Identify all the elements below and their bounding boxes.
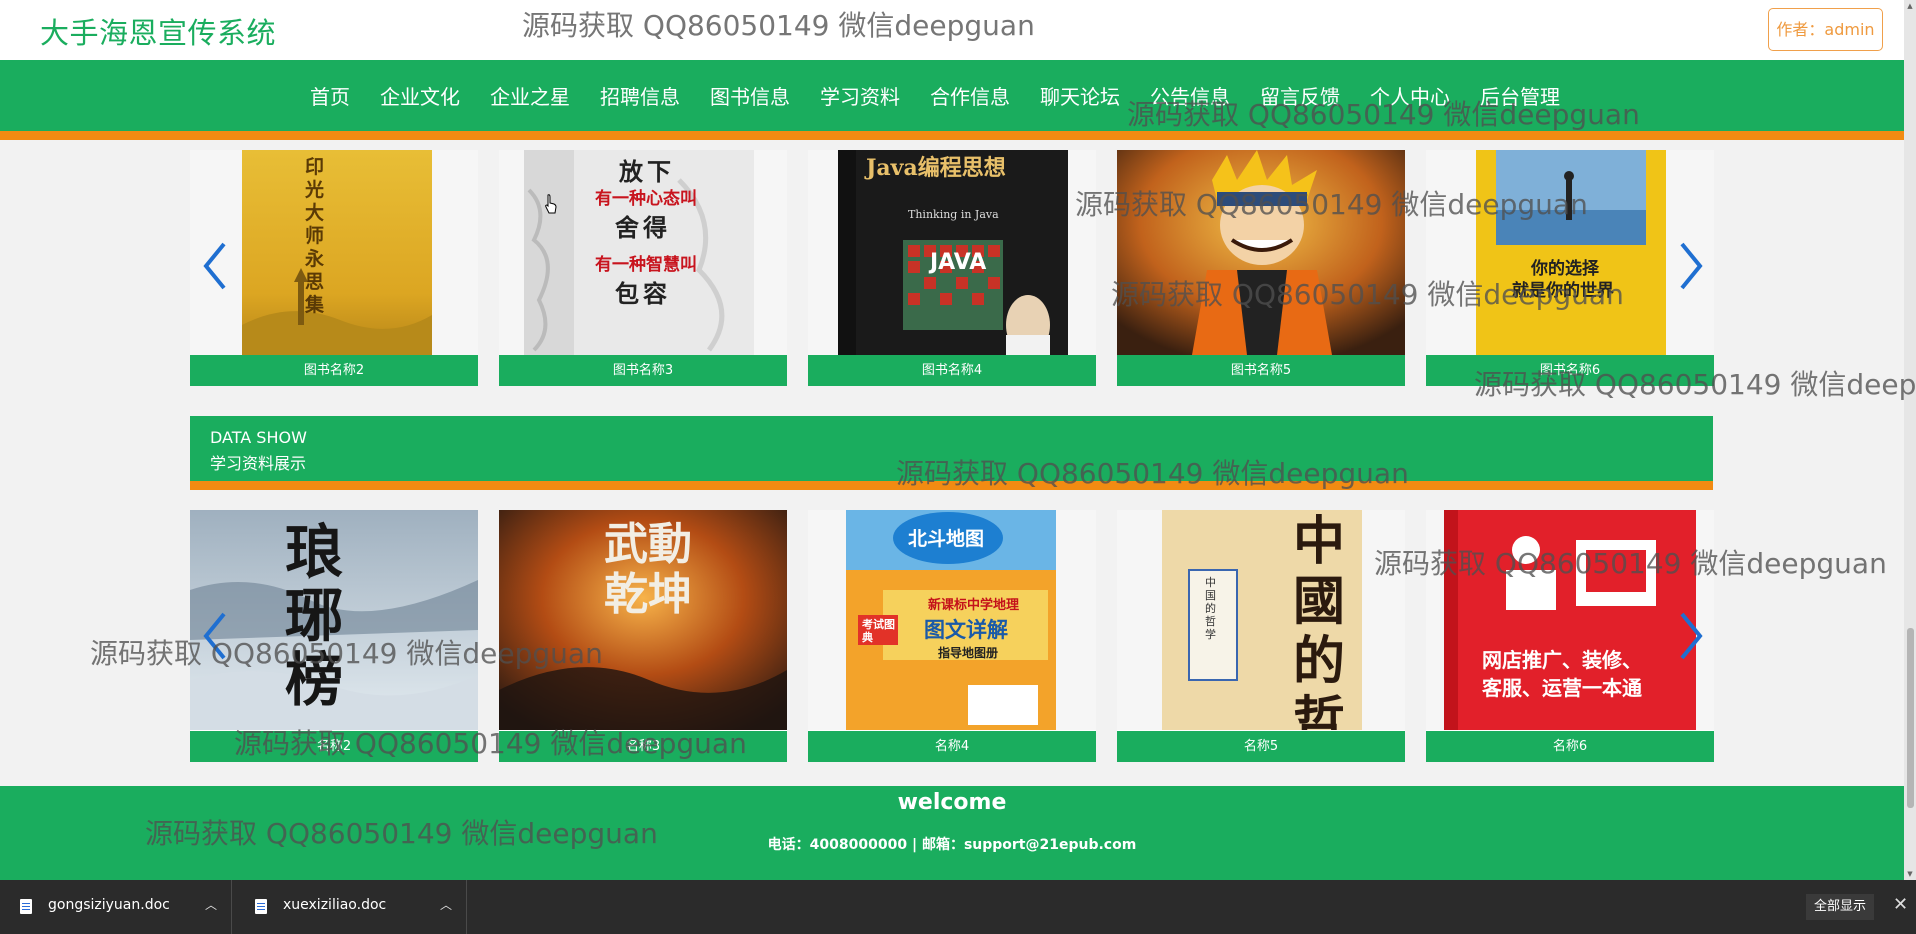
material-cover-text: 网店推广、装修、 <box>1482 648 1642 672</box>
nav-item-feedback[interactable]: 留言反馈 <box>1260 84 1340 110</box>
material-cover-brand: 北斗地图 <box>908 528 985 550</box>
book-caption[interactable]: 图书名称5 <box>1117 355 1405 386</box>
show-all-downloads-button[interactable]: 全部显示 <box>1806 894 1874 920</box>
book-caption[interactable]: 图书名称3 <box>499 355 787 386</box>
material-cover-title: 中國的哲學 <box>1293 511 1346 731</box>
nav-item-books[interactable]: 图书信息 <box>710 84 790 110</box>
mouse-pointer-icon <box>544 194 558 214</box>
document-icon <box>20 899 32 914</box>
top-bar: 大手海恩宣传系统 作者：admin <box>0 0 1904 60</box>
book-cover-subtitle: Thinking in Java <box>908 208 999 221</box>
close-icon[interactable]: ✕ <box>1893 894 1908 915</box>
nav-item-home[interactable]: 首页 <box>310 84 350 110</box>
footer-contact: 电话：4008000000 | 邮箱：support@21epub.com <box>767 837 1137 853</box>
nav-item-culture[interactable]: 企业文化 <box>380 84 460 110</box>
material-cover-image: 北斗地图 考试图典 新课标中学地理 图文详解 指导地图册 <box>808 510 1096 730</box>
books-carousel: 印光大师永思集 图书名称2 放下 有一种心态叫 舍得 有一种智慧叫 包容 图书名… <box>190 150 1714 386</box>
book-cover-image: Java编程思想 Thinking in Java JAVA <box>808 150 1096 355</box>
book-cover-text: 舍得 <box>615 213 671 242</box>
material-card[interactable]: 中國的哲學 中国的哲学 名称5 <box>1117 510 1405 762</box>
section-title-en: DATA SHOW <box>210 428 307 447</box>
material-cover-text: 客服、运营一本通 <box>1482 676 1642 700</box>
material-caption[interactable]: 名称2 <box>190 731 478 762</box>
material-caption[interactable]: 名称6 <box>1426 731 1714 762</box>
carousel-next-arrow-icon[interactable] <box>1676 236 1706 296</box>
scroll-up-arrow-icon[interactable]: ▲ <box>1906 2 1914 10</box>
scroll-thumb[interactable] <box>1907 628 1914 808</box>
material-cover-image: 中國的哲學 中国的哲学 <box>1117 510 1405 730</box>
book-card[interactable]: 印光大师永思集 图书名称2 <box>190 150 478 386</box>
download-filename: gongsiziyuan.doc <box>48 897 170 913</box>
nav-item-notices[interactable]: 公告信息 <box>1150 84 1230 110</box>
chevron-up-icon[interactable]: ︿ <box>205 896 217 913</box>
carousel-next-arrow-icon[interactable] <box>1676 606 1706 666</box>
carousel-prev-arrow-icon[interactable] <box>200 606 230 666</box>
material-cover-subtitle: 中国的哲学 <box>1205 576 1216 641</box>
material-caption[interactable]: 名称4 <box>808 731 1096 762</box>
carousel-prev-arrow-icon[interactable] <box>200 236 230 296</box>
footer: welcome 电话：4008000000 | 邮箱：support@21epu… <box>0 786 1904 880</box>
chevron-up-icon[interactable]: ︿ <box>440 896 452 913</box>
material-cover-tag: 考试图典 <box>862 618 895 644</box>
book-card[interactable]: 图书名称5 <box>1117 150 1405 386</box>
material-card[interactable]: 琅琊榜 名称2 <box>190 510 478 762</box>
nav-item-forum[interactable]: 聊天论坛 <box>1040 84 1120 110</box>
material-cover-text: 指导地图册 <box>938 646 999 660</box>
nav-item-profile[interactable]: 个人中心 <box>1370 84 1450 110</box>
download-item[interactable]: gongsiziyuan.doc ︿ <box>0 880 232 934</box>
book-card[interactable]: 放下 有一种心态叫 舍得 有一种智慧叫 包容 图书名称3 <box>499 150 787 386</box>
material-card[interactable]: 北斗地图 考试图典 新课标中学地理 图文详解 指导地图册 名称4 <box>808 510 1096 762</box>
material-cover-image: 武動乾坤 <box>499 510 787 730</box>
book-cover-text: 就是你的世界 <box>1512 281 1614 301</box>
document-icon <box>255 899 267 914</box>
section-header: DATA SHOW 学习资料展示 <box>190 416 1713 490</box>
book-caption[interactable]: 图书名称6 <box>1426 355 1714 386</box>
material-cover-title: 武動乾坤 <box>604 519 692 620</box>
book-cover-image: 印光大师永思集 <box>190 150 478 355</box>
material-card[interactable]: 武動乾坤 名称3 <box>499 510 787 762</box>
material-caption[interactable]: 名称5 <box>1117 731 1405 762</box>
nav-item-materials[interactable]: 学习资料 <box>820 84 900 110</box>
material-card[interactable]: 网店推广、装修、 客服、运营一本通 名称6 <box>1426 510 1714 762</box>
book-cover-title: Java编程思想 <box>866 155 1006 181</box>
nav-item-recruit[interactable]: 招聘信息 <box>600 84 680 110</box>
nav-items: 首页 企业文化 企业之星 招聘信息 图书信息 学习资料 合作信息 聊天论坛 公告… <box>310 84 1590 110</box>
book-cover-text: 有一种智慧叫 <box>595 255 697 275</box>
book-card[interactable]: Java编程思想 Thinking in Java JAVA 图书名称4 <box>808 150 1096 386</box>
material-cover-text: 新课标中学地理 <box>928 598 1020 613</box>
download-bar: gongsiziyuan.doc ︿ xuexiziliao.doc ︿ 全部显… <box>0 880 1916 934</box>
book-cover-text: 放下 <box>619 157 675 186</box>
book-caption[interactable]: 图书名称4 <box>808 355 1096 386</box>
main-nav: 首页 企业文化 企业之星 招聘信息 图书信息 学习资料 合作信息 聊天论坛 公告… <box>0 60 1904 140</box>
book-card[interactable]: 你的选择 就是你的世界 图书名称6 <box>1426 150 1714 386</box>
book-cover-title: 印光大师永思集 <box>305 156 325 316</box>
footer-welcome: welcome <box>897 790 1007 815</box>
material-cover-text: 图文详解 <box>924 618 1008 642</box>
scroll-down-arrow-icon[interactable]: ▼ <box>1906 870 1914 878</box>
book-cover-text: 有一种心态叫 <box>595 189 697 209</box>
book-cover-text: 包容 <box>615 279 671 308</box>
nav-item-admin[interactable]: 后台管理 <box>1480 84 1560 110</box>
book-cover-java: JAVA <box>930 250 987 275</box>
book-cover-image: 放下 有一种心态叫 舍得 有一种智慧叫 包容 <box>499 150 787 355</box>
material-cover-image: 网店推广、装修、 客服、运营一本通 <box>1426 510 1714 730</box>
book-cover-image: 你的选择 就是你的世界 <box>1426 150 1714 355</box>
site-title[interactable]: 大手海恩宣传系统 <box>40 10 276 52</box>
page-scrollbar[interactable]: ▲ ▼ <box>1904 0 1916 880</box>
download-filename: xuexiziliao.doc <box>283 897 387 913</box>
materials-carousel: 琅琊榜 名称2 武動乾坤 名称3 北斗地图 考试图典 新课标中学地理 图文详解 … <box>190 510 1714 762</box>
material-cover-image: 琅琊榜 <box>190 510 478 730</box>
nav-item-stars[interactable]: 企业之星 <box>490 84 570 110</box>
nav-item-cooperation[interactable]: 合作信息 <box>930 84 1010 110</box>
book-cover-image <box>1117 150 1405 355</box>
material-cover-title: 琅琊榜 <box>285 518 344 714</box>
section-title-cn: 学习资料展示 <box>210 454 307 473</box>
book-caption[interactable]: 图书名称2 <box>190 355 478 386</box>
material-caption[interactable]: 名称3 <box>499 731 787 762</box>
author-button[interactable]: 作者：admin <box>1768 8 1883 51</box>
download-item[interactable]: xuexiziliao.doc ︿ <box>235 880 467 934</box>
